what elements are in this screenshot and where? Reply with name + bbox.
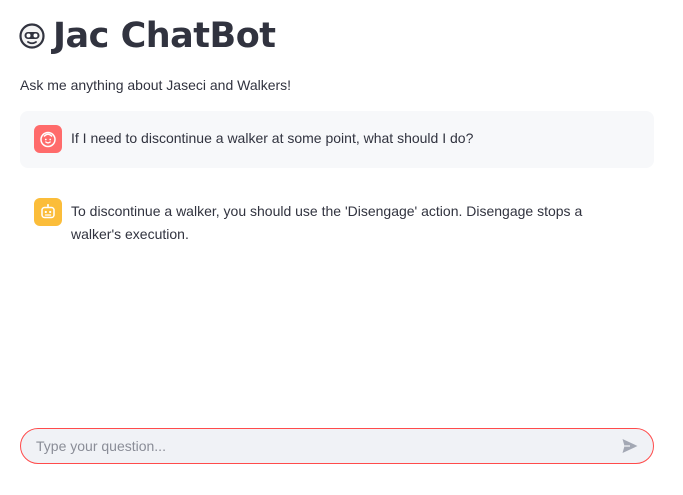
send-button[interactable] <box>615 431 645 461</box>
page-title: Jac ChatBot <box>53 16 276 56</box>
robot-face-icon <box>19 23 45 49</box>
user-face-icon <box>39 130 57 148</box>
send-icon <box>621 437 639 455</box>
user-avatar <box>34 125 62 153</box>
chat-message-user: If I need to discontinue a walker at som… <box>20 111 654 168</box>
assistant-avatar <box>34 198 62 226</box>
assistant-message-text: To discontinue a walker, you should use … <box>71 203 583 242</box>
user-message-text: If I need to discontinue a walker at som… <box>71 130 474 146</box>
page-subtitle: Ask me anything about Jaseci and Walkers… <box>20 77 292 93</box>
bot-icon <box>39 203 57 221</box>
chat-message-assistant: To discontinue a walker, you should use … <box>20 184 654 256</box>
chat-input[interactable] <box>21 429 615 463</box>
page-header: Jac ChatBot <box>19 14 276 58</box>
chat-input-container <box>20 428 654 464</box>
